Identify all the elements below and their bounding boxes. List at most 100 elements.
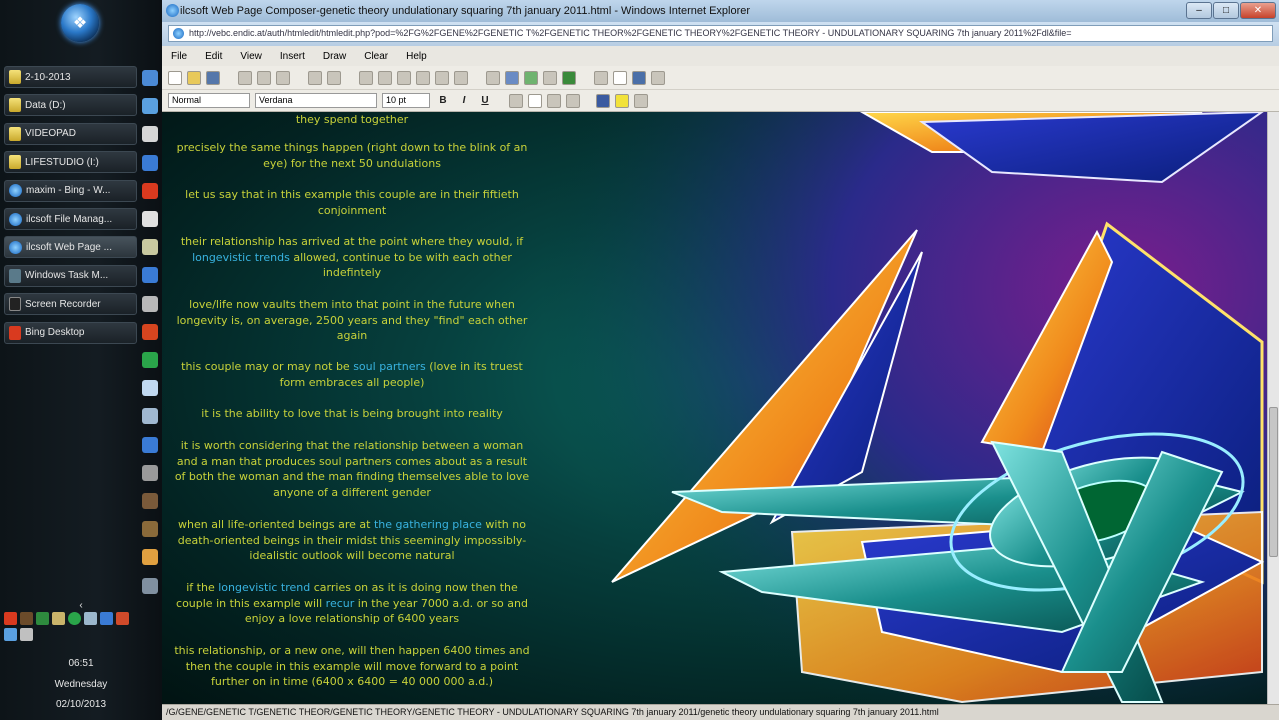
quick-launch-icon[interactable] [142,211,158,227]
tray-app-icon[interactable] [36,612,49,625]
clock-time[interactable]: 06:51 [0,658,162,669]
taskbar-button[interactable]: 2-10-2013 [4,66,137,88]
plugin-icon[interactable] [562,70,576,85]
quick-launch-icon[interactable] [142,352,158,368]
quick-launch-icon[interactable] [142,267,158,284]
quick-launch-icon[interactable] [142,577,158,594]
quick-launch-icon[interactable] [142,521,158,538]
outdent-icon[interactable] [397,70,411,85]
form-icon[interactable] [543,70,557,85]
menu-item-clear[interactable]: Clear [355,51,397,62]
tray-app-icon[interactable] [52,612,65,625]
tray-network-icon[interactable] [4,628,17,641]
quick-launch-icon[interactable] [142,549,158,566]
tray-app-icon[interactable] [4,612,17,625]
align-center-icon[interactable] [528,93,542,108]
menu-item-insert[interactable]: Insert [271,51,314,62]
taskbar-button[interactable]: ilcsoft File Manag... [4,208,137,230]
spellcheck-icon[interactable] [651,70,665,85]
hyperlink[interactable]: recur [326,597,355,610]
italic-button[interactable]: I [456,93,472,109]
bold-button[interactable]: B [435,93,451,109]
subscript-icon[interactable] [435,70,449,85]
text-color-icon[interactable] [596,93,610,108]
scroll-thumb[interactable] [1269,407,1278,557]
tray-flag-icon[interactable] [116,612,129,625]
quick-launch-icon[interactable] [142,323,158,340]
superscript-icon[interactable] [454,70,468,85]
taskbar-button[interactable]: Data (D:) [4,94,137,117]
insert-link-icon[interactable] [505,70,519,85]
taskbar-button[interactable]: Windows Task M... [4,264,137,287]
taskbar-button[interactable]: VIDEOPAD [4,122,137,145]
underline-button[interactable]: U [477,93,493,109]
tray-app-icon[interactable] [20,612,33,625]
menu-item-edit[interactable]: Edit [196,51,231,62]
menu-item-view[interactable]: View [231,51,271,62]
menu-item-file[interactable]: File [162,51,196,62]
quick-launch-icon[interactable] [142,239,158,256]
tray-app-icon[interactable] [100,612,113,625]
save-icon[interactable] [206,70,220,85]
tray-expand-arrow[interactable]: ‹ [0,600,162,611]
minimize-button[interactable]: – [1186,2,1212,19]
menu-item-help[interactable]: Help [397,51,436,62]
insert-image-icon[interactable] [524,70,538,85]
quick-launch-icon[interactable] [142,408,158,425]
quick-launch-icon[interactable] [142,98,158,115]
paste-icon[interactable] [276,70,290,85]
menu-item-draw[interactable]: Draw [314,51,355,62]
start-button[interactable]: ❖ [61,4,99,42]
bullet-list-icon[interactable] [359,70,373,85]
vertical-scrollbar[interactable] [1267,112,1279,704]
align-left-icon[interactable] [509,93,523,108]
cut-icon[interactable] [238,70,252,85]
indent-icon[interactable] [416,70,430,85]
taskbar-button[interactable]: maxim - Bing - W... [4,179,137,202]
view-source-icon[interactable] [594,70,608,85]
highlight-color-icon[interactable] [615,93,629,108]
quick-launch-icon[interactable] [142,154,158,171]
justify-icon[interactable] [566,93,580,108]
hyperlink[interactable]: soul partners [353,360,426,373]
close-button[interactable]: ✕ [1240,2,1276,19]
background-color-icon[interactable] [634,93,648,108]
font-family-select[interactable]: Verdana [255,93,377,108]
hyperlink[interactable]: longevistic trends [192,251,290,264]
quick-launch-icon[interactable] [142,493,158,509]
open-icon[interactable] [187,70,201,85]
undo-icon[interactable] [308,70,322,85]
view-design-icon[interactable] [613,70,627,85]
maximize-button[interactable]: □ [1213,2,1239,19]
quick-launch-icon[interactable] [142,464,158,481]
clock-date[interactable]: 02/10/2013 [0,699,162,710]
view-preview-icon[interactable] [632,70,646,85]
hyperlink[interactable]: the gathering place [374,518,482,531]
quick-launch-icon[interactable] [142,380,158,397]
copy-icon[interactable] [257,70,271,85]
quick-launch-icon[interactable] [142,436,158,453]
clock-day[interactable]: Wednesday [0,679,162,690]
quick-launch-icon[interactable] [142,295,158,312]
tray-volume-icon[interactable] [20,628,33,641]
url-field[interactable]: http://vebc.endic.at/auth/htmledit/htmle… [168,25,1273,42]
taskbar-button[interactable]: LIFESTUDIO (I:) [4,151,137,174]
redo-icon[interactable] [327,70,341,85]
numbered-list-icon[interactable] [378,70,392,85]
new-icon[interactable] [168,70,182,85]
insert-table-icon[interactable] [486,70,500,85]
paragraph-style-select[interactable]: Normal [168,93,250,108]
document-text[interactable]: they spend together precisely the same t… [162,112,542,704]
font-size-select[interactable]: 10 pt [382,93,430,108]
quick-launch-icon[interactable] [142,182,158,199]
taskbar-button[interactable]: Screen Recorder [4,293,137,316]
taskbar-button[interactable]: ilcsoft Web Page ... [4,236,137,259]
tray-app-icon[interactable] [68,612,81,625]
align-right-icon[interactable] [547,93,561,108]
tray-app-icon[interactable] [84,612,97,625]
quick-launch-icon[interactable] [142,70,158,86]
quick-launch-icon[interactable] [142,126,158,143]
hyperlink[interactable]: longevistic trend [218,581,310,594]
taskbar-button[interactable]: Bing Desktop [4,321,137,344]
editor-canvas[interactable]: they spend together precisely the same t… [162,112,1267,704]
